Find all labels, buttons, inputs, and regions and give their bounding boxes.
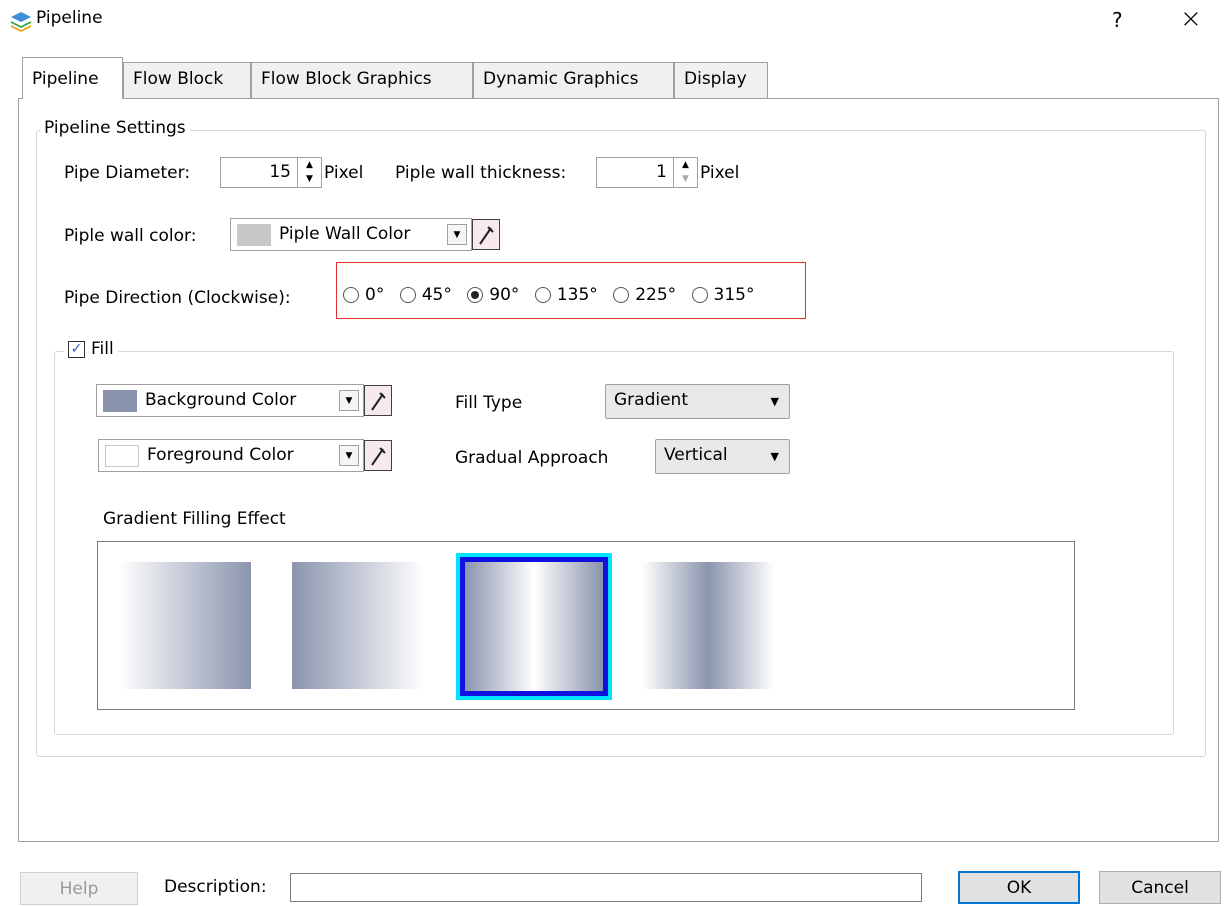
- gradual-approach-select[interactable]: Vertical ▼: [655, 439, 790, 474]
- gradual-approach-value: Vertical: [664, 445, 728, 465]
- radio-checked-icon: [467, 287, 484, 303]
- foreground-color-combo[interactable]: Foreground Color ▼: [98, 439, 364, 472]
- direction-option-45[interactable]: 45°: [399, 285, 452, 305]
- gradient-option-right-to-left[interactable]: [292, 562, 424, 689]
- option-label: 45°: [421, 285, 452, 305]
- pipe-diameter-value: 15: [269, 162, 291, 182]
- wall-color-swatch: [237, 224, 271, 246]
- spin-down-icon[interactable]: ▼: [298, 172, 321, 186]
- gradient-option-center-dark[interactable]: [642, 562, 774, 689]
- background-color-swatch: [103, 390, 137, 412]
- foreground-color-text: Foreground Color: [147, 445, 294, 465]
- pipeline-settings-title: Pipeline Settings: [40, 118, 190, 138]
- tab-pipeline[interactable]: Pipeline: [22, 57, 123, 99]
- option-label: 135°: [556, 285, 598, 305]
- tab-dynamic-graphics[interactable]: Dynamic Graphics: [473, 62, 674, 98]
- dropdown-arrow-icon[interactable]: ▼: [339, 445, 359, 466]
- description-label: Description:: [164, 877, 267, 897]
- help-question-button[interactable]: ?: [1112, 8, 1123, 32]
- spin-up-icon[interactable]: ▲: [298, 158, 321, 172]
- dropdown-arrow-icon: ▼: [770, 450, 779, 463]
- fill-checkbox[interactable]: ✓: [68, 340, 85, 358]
- tab-pane-pipeline: Pipeline Settings Pipe Diameter: 15 ▲ ▼ …: [18, 98, 1219, 842]
- direction-radio-group: 0° 45° 90° 135° 225° 315°: [343, 285, 765, 308]
- dropdown-arrow-icon: ▼: [770, 395, 779, 408]
- tab-flow-block-graphics[interactable]: Flow Block Graphics: [251, 62, 473, 98]
- ok-button[interactable]: OK: [958, 871, 1080, 904]
- direction-option-90[interactable]: 90°: [467, 285, 519, 305]
- tab-label: Flow Block: [133, 69, 224, 89]
- tab-flow-block[interactable]: Flow Block: [123, 62, 251, 98]
- help-button-label: Help: [59, 878, 99, 899]
- fill-type-select[interactable]: Gradient ▼: [605, 384, 790, 419]
- radio-icon: [534, 287, 551, 303]
- pipe-diameter-spinner[interactable]: 15 ▲ ▼: [220, 157, 322, 188]
- wall-thickness-unit: Pixel: [700, 163, 740, 183]
- radio-icon: [691, 287, 708, 303]
- pipe-direction-label: Pipe Direction (Clockwise):: [64, 288, 291, 308]
- eyedropper-button[interactable]: [472, 219, 500, 250]
- ok-button-label: OK: [1006, 877, 1032, 898]
- spin-up-icon[interactable]: ▲: [674, 158, 697, 172]
- dropdown-arrow-icon[interactable]: ▼: [339, 390, 359, 411]
- gradient-option-left-to-right[interactable]: [119, 562, 251, 689]
- help-button[interactable]: Help: [20, 872, 138, 905]
- spin-buttons: ▲ ▼: [297, 158, 321, 187]
- gradient-tile-center-light: [460, 557, 608, 696]
- background-color-combo[interactable]: Background Color ▼: [96, 384, 364, 417]
- background-eyedropper-button[interactable]: [364, 385, 392, 416]
- wall-color-label: Piple wall color:: [64, 226, 197, 246]
- tab-label: Pipeline: [32, 69, 99, 89]
- option-label: 90°: [489, 285, 520, 305]
- pipe-diameter-label: Pipe Diameter:: [64, 163, 191, 183]
- foreground-color-swatch: [105, 445, 139, 467]
- tab-label: Dynamic Graphics: [483, 69, 639, 89]
- spin-buttons: ▲ ▼: [673, 158, 697, 187]
- direction-option-225[interactable]: 225°: [613, 285, 676, 305]
- wall-color-combo[interactable]: Piple Wall Color ▼: [230, 218, 472, 251]
- spin-down-icon[interactable]: ▼: [674, 172, 697, 186]
- fill-legend: ✓ Fill: [64, 339, 118, 359]
- layers-icon: [11, 12, 31, 32]
- radio-icon: [343, 287, 359, 303]
- eyedropper-icon: [371, 446, 386, 466]
- option-label: 315°: [713, 285, 755, 305]
- fill-label: Fill: [91, 339, 114, 359]
- eyedropper-icon: [479, 225, 494, 245]
- fill-type-value: Gradient: [614, 390, 688, 410]
- close-button[interactable]: ×: [1180, 4, 1202, 34]
- cancel-button[interactable]: Cancel: [1099, 871, 1221, 904]
- radio-icon: [613, 287, 630, 303]
- cancel-button-label: Cancel: [1131, 877, 1189, 898]
- description-input[interactable]: [290, 873, 922, 902]
- wall-thickness-label: Piple wall thickness:: [395, 163, 567, 183]
- checkmark-icon: ✓: [70, 341, 83, 357]
- background-color-text: Background Color: [145, 390, 297, 410]
- tab-display[interactable]: Display: [674, 62, 768, 98]
- dropdown-arrow-icon[interactable]: ▼: [447, 224, 467, 245]
- pipe-diameter-unit: Pixel: [324, 163, 364, 183]
- direction-option-315[interactable]: 315°: [691, 285, 755, 305]
- gradient-effect-label: Gradient Filling Effect: [103, 509, 286, 529]
- wall-thickness-spinner[interactable]: 1 ▲ ▼: [596, 157, 698, 188]
- direction-option-0[interactable]: 0°: [343, 285, 384, 305]
- tab-label: Display: [684, 69, 747, 89]
- option-label: 225°: [635, 285, 677, 305]
- fill-type-label: Fill Type: [455, 393, 523, 413]
- foreground-eyedropper-button[interactable]: [364, 440, 392, 471]
- radio-icon: [399, 287, 416, 303]
- wall-thickness-value: 1: [656, 162, 667, 182]
- title-bar: Pipeline ? ×: [0, 0, 1231, 40]
- tab-label: Flow Block Graphics: [261, 69, 432, 89]
- gradient-option-center-light-selected[interactable]: [456, 553, 612, 700]
- gradual-approach-label: Gradual Approach: [455, 448, 609, 468]
- option-label: 0°: [365, 285, 385, 305]
- eyedropper-icon: [371, 391, 386, 411]
- direction-option-135[interactable]: 135°: [534, 285, 598, 305]
- gradient-preview-box: [97, 541, 1075, 710]
- window-title: Pipeline: [36, 8, 103, 28]
- wall-color-text: Piple Wall Color: [279, 224, 411, 244]
